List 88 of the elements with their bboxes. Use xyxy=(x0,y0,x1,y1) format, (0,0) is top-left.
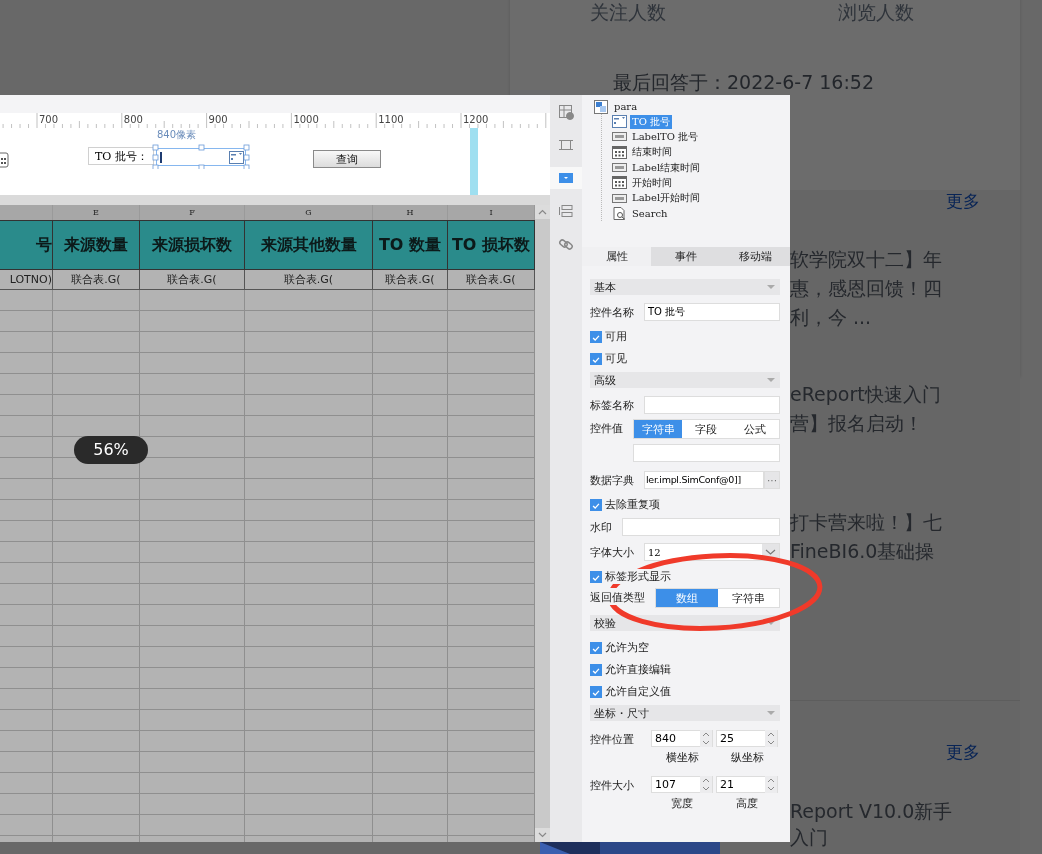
ruler-label: 1000 xyxy=(293,114,319,125)
table-cell[interactable]: 联合表.G( xyxy=(373,270,448,289)
checkbox[interactable] xyxy=(590,330,602,343)
number-spinner[interactable]: 107 xyxy=(651,776,713,793)
section-title: 校验 xyxy=(594,615,616,631)
property-label: 字体大小 xyxy=(590,544,634,560)
checkbox[interactable] xyxy=(590,570,602,583)
field-caption: 宽度 xyxy=(671,796,693,812)
section-title: 基本 xyxy=(594,279,616,295)
field-caption: 横坐标 xyxy=(665,750,699,766)
checkbox-label: 可用 xyxy=(605,329,627,344)
tree-item[interactable]: para xyxy=(612,101,640,112)
browse-button[interactable]: ··· xyxy=(764,471,780,489)
ruler-label: 900 xyxy=(208,114,228,125)
checkbox[interactable] xyxy=(590,641,602,654)
number-spinner[interactable]: 25 xyxy=(716,730,778,747)
checkbox-label: 允许自定义值 xyxy=(605,684,671,699)
checkbox[interactable] xyxy=(590,352,602,365)
number-spinner[interactable]: 840 xyxy=(651,730,713,747)
zoom-indicator: 56% xyxy=(74,436,148,464)
tree-item[interactable]: LabelTO 批号 xyxy=(630,129,701,144)
table-cell[interactable]: 联合表.G( xyxy=(245,270,373,289)
input-field[interactable] xyxy=(644,396,780,414)
table-cell[interactable]: 联合表.G( xyxy=(53,270,140,289)
checkbox[interactable] xyxy=(590,685,602,698)
property-label: 水印 xyxy=(590,519,612,535)
checkbox-label: 允许直接编辑 xyxy=(605,662,671,677)
ruler-label: 1100 xyxy=(378,114,404,125)
checkbox-label: 允许为空 xyxy=(605,640,649,655)
field-caption: 纵坐标 xyxy=(730,750,764,766)
property-label: 返回值类型 xyxy=(590,588,645,605)
input-field[interactable] xyxy=(622,518,780,536)
header-cell[interactable]: 号 xyxy=(0,221,53,269)
header-cell[interactable]: 来源数量 xyxy=(53,221,140,269)
table-cell[interactable]: 联合表.G( xyxy=(140,270,245,289)
search-icon xyxy=(612,206,627,220)
selection-handles-drawing[interactable] xyxy=(152,144,252,169)
number-spinner[interactable]: 21 xyxy=(716,776,778,793)
section-header[interactable]: 基本 xyxy=(590,279,780,295)
panel-tab[interactable]: 事件 xyxy=(651,247,721,266)
input-field[interactable]: ler.impl.SimConf@0]] xyxy=(644,471,764,489)
boundary-bar xyxy=(470,128,478,195)
dropdown-icon xyxy=(612,115,627,129)
property-label: 控件名称 xyxy=(590,304,634,320)
stat-label: 关注人数 xyxy=(590,0,666,25)
label-icon xyxy=(612,161,627,175)
ruler-label: 700 xyxy=(39,114,59,125)
checkbox-label: 可见 xyxy=(605,351,627,366)
section-header[interactable]: 坐标・尺寸 xyxy=(590,705,780,721)
checkbox-label: 去除重复项 xyxy=(605,497,660,512)
panel-tab[interactable]: 移动端 xyxy=(720,247,790,266)
header-cell[interactable]: TO 数量 xyxy=(373,221,448,269)
dropdown-icon[interactable] xyxy=(550,167,582,189)
label-icon xyxy=(612,191,627,205)
form-icon xyxy=(594,99,608,114)
tree-item[interactable]: Search xyxy=(630,207,670,219)
input-field[interactable]: TO 批号 xyxy=(644,303,780,321)
input-field[interactable] xyxy=(633,444,780,462)
field-caption: 高度 xyxy=(736,796,758,812)
scroll-down-icon[interactable] xyxy=(535,828,550,842)
scroll-bar[interactable] xyxy=(535,205,550,842)
tree-item[interactable]: 开始时间 xyxy=(630,175,674,190)
calendar-icon xyxy=(612,145,627,159)
last-answer-text: 最后回答于：2022-6-7 16:52 xyxy=(613,70,875,95)
checkbox-label: 标签形式显示 xyxy=(605,569,671,584)
query-button[interactable]: 查询 xyxy=(313,150,381,168)
tree-item[interactable]: 结束时间 xyxy=(630,145,674,160)
property-label: 标签名称 xyxy=(590,397,634,413)
position-hint: 840像素 xyxy=(157,128,197,142)
header-cell[interactable]: 来源其他数量 xyxy=(245,221,373,269)
section-title: 坐标・尺寸 xyxy=(594,705,649,721)
checkbox[interactable] xyxy=(590,663,602,676)
caret-icon xyxy=(766,710,776,716)
table-cell[interactable]: LOTNO) xyxy=(0,270,53,289)
section-header[interactable]: 高级 xyxy=(590,372,780,388)
scroll-up-icon[interactable] xyxy=(535,205,550,219)
tree-item[interactable]: Label开始时间 xyxy=(630,191,703,206)
calendar-icon xyxy=(612,176,627,190)
checkbox[interactable] xyxy=(590,498,602,511)
stat-label: 浏览人数 xyxy=(838,0,914,25)
ruler-label: 800 xyxy=(123,114,143,125)
header-cell[interactable]: 来源损坏数 xyxy=(140,221,245,269)
section-title: 高级 xyxy=(594,372,616,388)
tree-item[interactable]: Label结束时间 xyxy=(630,160,703,175)
caret-icon xyxy=(766,284,776,290)
label-icon xyxy=(612,130,627,144)
ruler-label: 1200 xyxy=(463,114,489,125)
property-label: 数据字典 xyxy=(590,472,634,488)
